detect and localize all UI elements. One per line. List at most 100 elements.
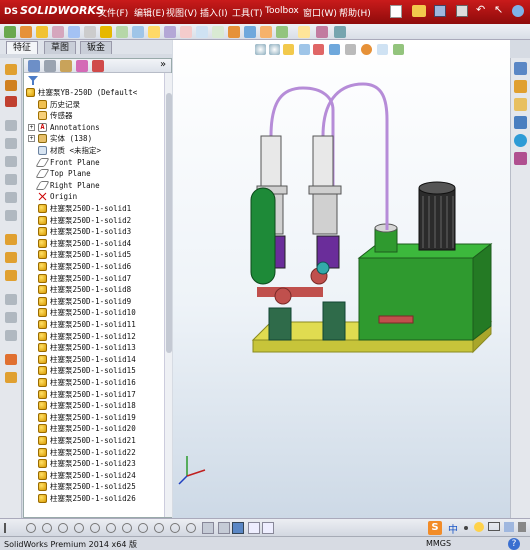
fillet-icon[interactable]	[100, 26, 112, 38]
tool-icon-4[interactable]	[5, 120, 17, 131]
menu-window[interactable]: 窗口(W)	[303, 6, 337, 19]
tool-icon-7[interactable]	[5, 174, 17, 185]
spline-icon[interactable]	[90, 523, 100, 533]
tree-right-plane[interactable]: Right Plane	[24, 180, 164, 192]
point-icon[interactable]	[42, 523, 52, 533]
curves-icon[interactable]	[260, 26, 272, 38]
tree-body-17[interactable]: 柱塞泵250D-1-solid17	[24, 389, 164, 401]
tool-icon-17[interactable]	[5, 372, 17, 383]
tree-body-22[interactable]: 柱塞泵250D-1-solid22	[24, 447, 164, 459]
centerline-icon[interactable]	[154, 523, 164, 533]
tool-icon-14[interactable]	[5, 312, 17, 323]
tree-body-20[interactable]: 柱塞泵250D-1-solid20	[24, 423, 164, 435]
expand-toggle-icon[interactable]: +	[28, 123, 35, 131]
intersect-icon[interactable]	[228, 26, 240, 38]
tree-solid-bodies[interactable]: + 实体 (138)	[24, 133, 164, 145]
configuration-manager-icon[interactable]	[60, 60, 72, 72]
tool-icon-12[interactable]	[5, 270, 17, 281]
tool-icon-16[interactable]	[5, 354, 17, 365]
extrude-icon[interactable]	[4, 26, 16, 38]
rebuild-icon[interactable]	[512, 5, 524, 17]
tree-body-16[interactable]: 柱塞泵250D-1-solid16	[24, 377, 164, 389]
arc-icon[interactable]	[74, 523, 84, 533]
tree-body-25[interactable]: 柱塞泵250D-1-solid25	[24, 481, 164, 493]
tree-body-8[interactable]: 柱塞泵250D-1-solid8	[24, 284, 164, 296]
tab-sketch[interactable]: 草图	[44, 41, 77, 54]
tree-body-18[interactable]: 柱塞泵250D-1-solid18	[24, 400, 164, 412]
sogou-ime-icon[interactable]: S	[428, 521, 442, 535]
previous-view-icon[interactable]	[283, 44, 294, 55]
tree-body-21[interactable]: 柱塞泵250D-1-solid21	[24, 435, 164, 447]
chamfer-icon[interactable]	[116, 26, 128, 38]
tree-body-11[interactable]: 柱塞泵250D-1-solid11	[24, 319, 164, 331]
tool-icon-8[interactable]	[5, 192, 17, 203]
smart-dimension-icon[interactable]	[316, 26, 328, 38]
sketch-icon[interactable]	[298, 26, 310, 38]
feature-tree-icon[interactable]	[28, 60, 40, 72]
wrap-icon[interactable]	[212, 26, 224, 38]
sweep-icon[interactable]	[36, 26, 48, 38]
view-box-1-icon[interactable]	[202, 522, 214, 534]
new-document-icon[interactable]	[390, 5, 402, 18]
tree-history[interactable]: 历史记录	[24, 99, 164, 111]
ime-keyboard-icon[interactable]	[488, 522, 500, 531]
custom-properties-icon[interactable]	[514, 152, 527, 165]
loft-icon[interactable]	[52, 26, 64, 38]
appearances-icon[interactable]	[514, 134, 527, 147]
tree-body-23[interactable]: 柱塞泵250D-1-solid23	[24, 458, 164, 470]
mirror-icon[interactable]	[148, 26, 160, 38]
menu-help[interactable]: 帮助(H)	[339, 6, 371, 19]
ime-skin-icon[interactable]	[504, 522, 514, 532]
menu-file[interactable]: 文件(F)	[98, 6, 128, 19]
two-view-icon[interactable]	[248, 522, 260, 534]
tool-icon-9[interactable]	[5, 210, 17, 221]
fillet-sketch-icon[interactable]	[170, 523, 180, 533]
tree-body-9[interactable]: 柱塞泵250D-1-solid9	[24, 296, 164, 308]
revolve-icon[interactable]	[20, 26, 32, 38]
tool-icon-15[interactable]	[5, 330, 17, 341]
file-explorer-icon[interactable]	[514, 98, 527, 111]
trim-icon[interactable]	[122, 523, 132, 533]
menu-tools[interactable]: 工具(T)	[232, 6, 263, 19]
menu-insert[interactable]: 插入(I)	[200, 6, 228, 19]
tree-sensors[interactable]: 传感器	[24, 110, 164, 122]
tree-body-14[interactable]: 柱塞泵250D-1-solid14	[24, 354, 164, 366]
shell-icon[interactable]	[196, 26, 208, 38]
tree-body-1[interactable]: 柱塞泵250D-1-solid1	[24, 203, 164, 215]
tree-body-26[interactable]: 柱塞泵250D-1-solid26	[24, 493, 164, 505]
menu-view[interactable]: 视图(V)	[166, 6, 197, 19]
display-manager-icon[interactable]	[92, 60, 104, 72]
undo-icon[interactable]: ↶	[476, 4, 488, 17]
hide-show-icon[interactable]	[345, 44, 356, 55]
ime-emoji-icon[interactable]	[474, 522, 484, 532]
cut-icon[interactable]	[84, 26, 96, 38]
line-icon[interactable]	[4, 523, 14, 533]
tool-icon-13[interactable]	[5, 294, 17, 305]
pattern-icon[interactable]	[132, 26, 144, 38]
chamfer-sketch-icon[interactable]	[186, 523, 196, 533]
tree-body-7[interactable]: 柱塞泵250D-1-solid7	[24, 273, 164, 285]
scrollbar-thumb[interactable]	[166, 93, 172, 353]
tool-icon-6[interactable]	[5, 156, 17, 167]
dimxpert-icon[interactable]	[76, 60, 88, 72]
ime-settings-icon[interactable]	[518, 522, 526, 532]
tree-body-24[interactable]: 柱塞泵250D-1-solid24	[24, 470, 164, 482]
tree-top-plane[interactable]: Top Plane	[24, 168, 164, 180]
section-view-icon[interactable]	[299, 44, 310, 55]
menu-edit[interactable]: 编辑(E)	[134, 6, 165, 19]
boundary-icon[interactable]	[68, 26, 80, 38]
print-icon[interactable]	[456, 5, 468, 17]
instant3d-icon[interactable]	[276, 26, 288, 38]
tree-annotations[interactable]: + A Annotations	[24, 122, 164, 134]
ellipse-icon[interactable]	[106, 523, 116, 533]
help-icon[interactable]: ?	[508, 538, 520, 550]
expand-chevron-icon[interactable]: »	[160, 59, 166, 70]
view-box-2-icon[interactable]	[218, 522, 230, 534]
tree-body-10[interactable]: 柱塞泵250D-1-solid10	[24, 307, 164, 319]
expand-toggle-icon[interactable]: +	[28, 135, 35, 143]
solidworks-resources-icon[interactable]	[514, 62, 527, 75]
graphics-area[interactable]	[173, 40, 510, 518]
tree-body-15[interactable]: 柱塞泵250D-1-solid15	[24, 365, 164, 377]
property-manager-icon[interactable]	[44, 60, 56, 72]
view-settings-icon[interactable]	[393, 44, 404, 55]
